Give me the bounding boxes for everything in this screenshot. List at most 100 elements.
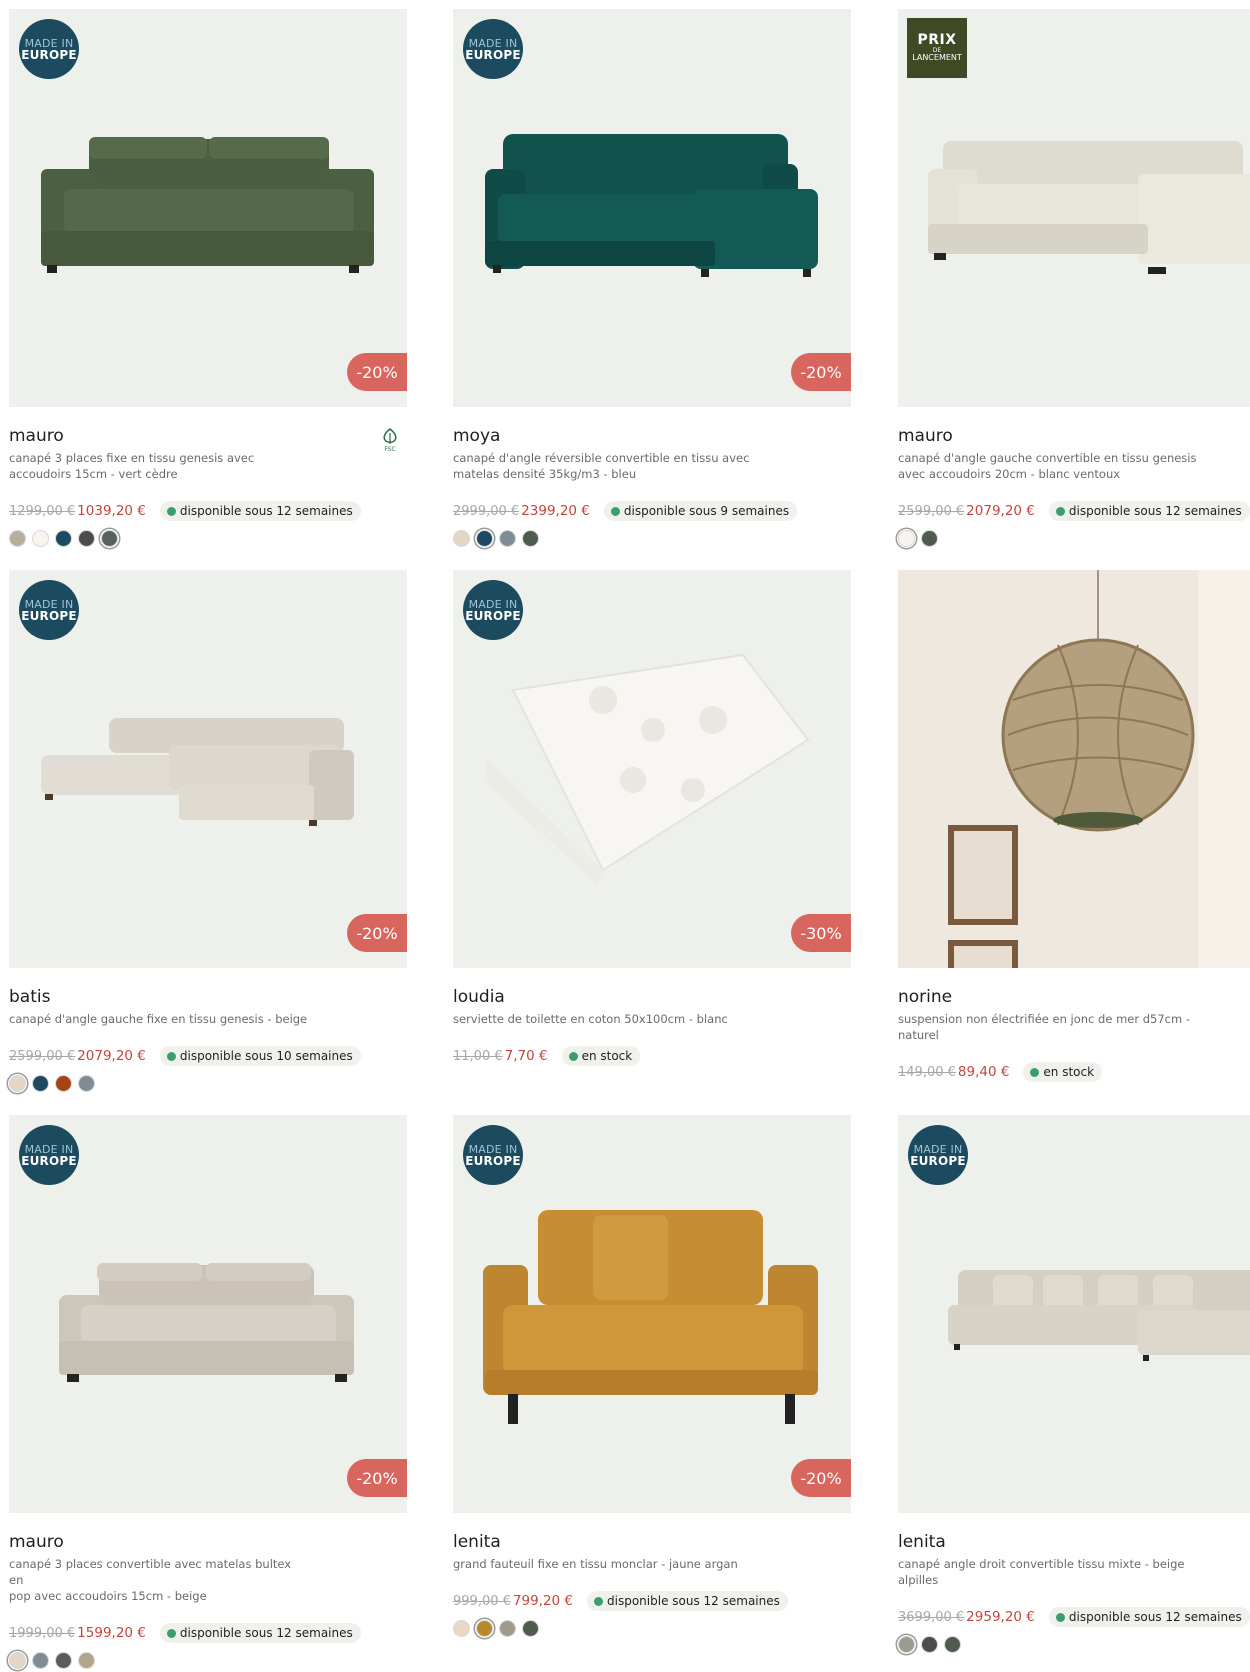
- product-grid: MADE IN EUROPE -20% mauro FSC canapé 3 p…: [9, 9, 1250, 1669]
- product-name[interactable]: batis: [9, 985, 407, 1009]
- product-name[interactable]: loudia: [453, 985, 851, 1009]
- description-line: pop avec accoudoirs 15cm - beige: [9, 1589, 207, 1603]
- color-swatch[interactable]: [9, 530, 26, 547]
- color-swatches: [9, 530, 407, 550]
- product-image[interactable]: MADE IN EUROPE -30%: [453, 570, 851, 968]
- color-swatch[interactable]: [944, 1636, 961, 1653]
- color-swatch-selected[interactable]: [101, 530, 118, 547]
- description-line: canapé d'angle réversible convertible en…: [453, 451, 750, 465]
- badge-line: EUROPE: [465, 608, 521, 623]
- made-in-europe-badge: MADE IN EUROPE: [19, 19, 79, 79]
- old-price: 1299,00 €: [9, 503, 76, 519]
- color-swatch[interactable]: [522, 530, 539, 547]
- color-swatch[interactable]: [522, 1620, 539, 1637]
- sale-price: 2079,20 €: [966, 503, 1035, 519]
- product-image[interactable]: MADE IN EUROPE: [898, 1115, 1250, 1513]
- product-name[interactable]: mauro: [9, 424, 407, 448]
- color-swatch[interactable]: [921, 530, 938, 547]
- product-description: canapé d'angle gauche fixe en tissu gene…: [9, 1011, 309, 1027]
- product-name[interactable]: lenita: [453, 1530, 851, 1554]
- badge-line: EUROPE: [21, 47, 77, 62]
- product-card[interactable]: MADE IN EUROPE -30% loudia serviette de …: [453, 570, 851, 1067]
- color-swatch-selected[interactable]: [476, 1620, 493, 1637]
- description-line: suspension non électrifiée en jonc de me…: [898, 1012, 1190, 1026]
- product-card[interactable]: MADE IN EUROPE -20% mauro canapé 3 place…: [9, 1115, 407, 1672]
- stock-status: disponible sous 12 semaines: [1048, 501, 1250, 521]
- description-line: grand fauteuil fixe en tissu monclar - j…: [453, 1557, 738, 1571]
- product-image[interactable]: MADE IN EUROPE -20%: [453, 1115, 851, 1513]
- product-card[interactable]: PRIX DE LANCEMENT mauro canapé d'angle g…: [898, 9, 1250, 550]
- price-row: 11,00 € 7,70 € en stock: [453, 1045, 851, 1067]
- color-swatch[interactable]: [453, 1620, 470, 1637]
- product-name[interactable]: lenita: [898, 1530, 1250, 1554]
- product-name[interactable]: norine: [898, 985, 1250, 1009]
- discount-badge: -20%: [791, 1459, 851, 1497]
- product-description: canapé 3 places fixe en tissu genesis av…: [9, 450, 309, 482]
- color-swatch[interactable]: [78, 1075, 95, 1092]
- sale-price: 2399,20 €: [521, 503, 590, 519]
- product-card[interactable]: MADE IN EUROPE lenita canapé angle droit…: [898, 1115, 1250, 1656]
- color-swatch[interactable]: [453, 530, 470, 547]
- color-swatch-selected[interactable]: [9, 1652, 26, 1669]
- product-name[interactable]: mauro: [9, 1530, 407, 1554]
- product-name[interactable]: mauro: [898, 424, 1250, 448]
- made-in-europe-badge: MADE IN EUROPE: [463, 1125, 523, 1185]
- color-swatch-selected[interactable]: [476, 530, 493, 547]
- product-card[interactable]: MADE IN EUROPE -20% mauro FSC canapé 3 p…: [9, 9, 407, 550]
- sale-price: 1039,20 €: [77, 503, 146, 519]
- product-image[interactable]: MADE IN EUROPE -20%: [453, 9, 851, 407]
- color-swatch-selected[interactable]: [898, 530, 915, 547]
- stock-status: disponible sous 9 semaines: [603, 501, 798, 521]
- price-row: 3699,00 € 2959,20 € disponible sous 12 s…: [898, 1606, 1250, 1628]
- sale-price: 2959,20 €: [966, 1609, 1035, 1625]
- product-image[interactable]: [898, 570, 1250, 968]
- color-swatch[interactable]: [32, 530, 49, 547]
- stock-status: disponible sous 12 semaines: [1048, 1607, 1250, 1627]
- product-image[interactable]: PRIX DE LANCEMENT: [898, 9, 1250, 407]
- product-description: serviette de toilette en coton 50x100cm …: [453, 1011, 753, 1027]
- sale-price: 2079,20 €: [77, 1048, 146, 1064]
- product-image[interactable]: MADE IN EUROPE -20%: [9, 570, 407, 968]
- product-card[interactable]: MADE IN EUROPE -20% lenita grand fauteui…: [453, 1115, 851, 1640]
- color-swatch[interactable]: [55, 1652, 72, 1669]
- product-image[interactable]: MADE IN EUROPE -20%: [9, 1115, 407, 1513]
- description-line: alpilles: [898, 1573, 939, 1587]
- product-card[interactable]: MADE IN EUROPE -20% batis canapé d'angle…: [9, 570, 407, 1095]
- color-swatches: [9, 1652, 407, 1672]
- color-swatch-selected[interactable]: [9, 1075, 26, 1092]
- description-line: matelas densité 35kg/m3 - bleu: [453, 467, 637, 481]
- color-swatch[interactable]: [55, 530, 72, 547]
- badge-line: MADE IN: [24, 1142, 74, 1156]
- color-swatch[interactable]: [499, 1620, 516, 1637]
- price-row: 1999,00 € 1599,20 € disponible sous 12 s…: [9, 1622, 407, 1644]
- old-price: 2999,00 €: [453, 503, 520, 519]
- color-swatch[interactable]: [921, 1636, 938, 1653]
- price-row: 999,00 € 799,20 € disponible sous 12 sem…: [453, 1590, 851, 1612]
- old-price: 11,00 €: [453, 1048, 503, 1064]
- discount-badge: -20%: [791, 353, 851, 391]
- description-line: avec accoudoirs 20cm - blanc ventoux: [898, 467, 1121, 481]
- color-swatch[interactable]: [55, 1075, 72, 1092]
- old-price: 2599,00 €: [9, 1048, 76, 1064]
- color-swatch[interactable]: [78, 1652, 95, 1669]
- color-swatch[interactable]: [78, 530, 95, 547]
- old-price: 999,00 €: [453, 1593, 511, 1609]
- sale-price: 799,20 €: [512, 1593, 574, 1609]
- pendant-lamp-image: [898, 570, 1250, 968]
- discount-badge: -30%: [791, 914, 851, 952]
- product-description: canapé 3 places convertible avec matelas…: [9, 1556, 309, 1604]
- stock-status: disponible sous 10 semaines: [159, 1046, 361, 1066]
- sale-price: 89,40 €: [957, 1064, 1010, 1080]
- color-swatch[interactable]: [32, 1075, 49, 1092]
- badge-line: LANCEMENT: [912, 53, 962, 63]
- product-name[interactable]: moya: [453, 424, 851, 448]
- color-swatch-selected[interactable]: [898, 1636, 915, 1653]
- badge-line: EUROPE: [910, 1153, 966, 1168]
- color-swatch[interactable]: [499, 530, 516, 547]
- product-card[interactable]: norine suspension non électrifiée en jon…: [898, 570, 1250, 1083]
- product-card[interactable]: MADE IN EUROPE -20% moya canapé d'angle …: [453, 9, 851, 550]
- color-swatches: [898, 1636, 1250, 1656]
- color-swatch[interactable]: [32, 1652, 49, 1669]
- product-image[interactable]: MADE IN EUROPE -20%: [9, 9, 407, 407]
- description-line: canapé d'angle gauche fixe en tissu gene…: [9, 1012, 308, 1026]
